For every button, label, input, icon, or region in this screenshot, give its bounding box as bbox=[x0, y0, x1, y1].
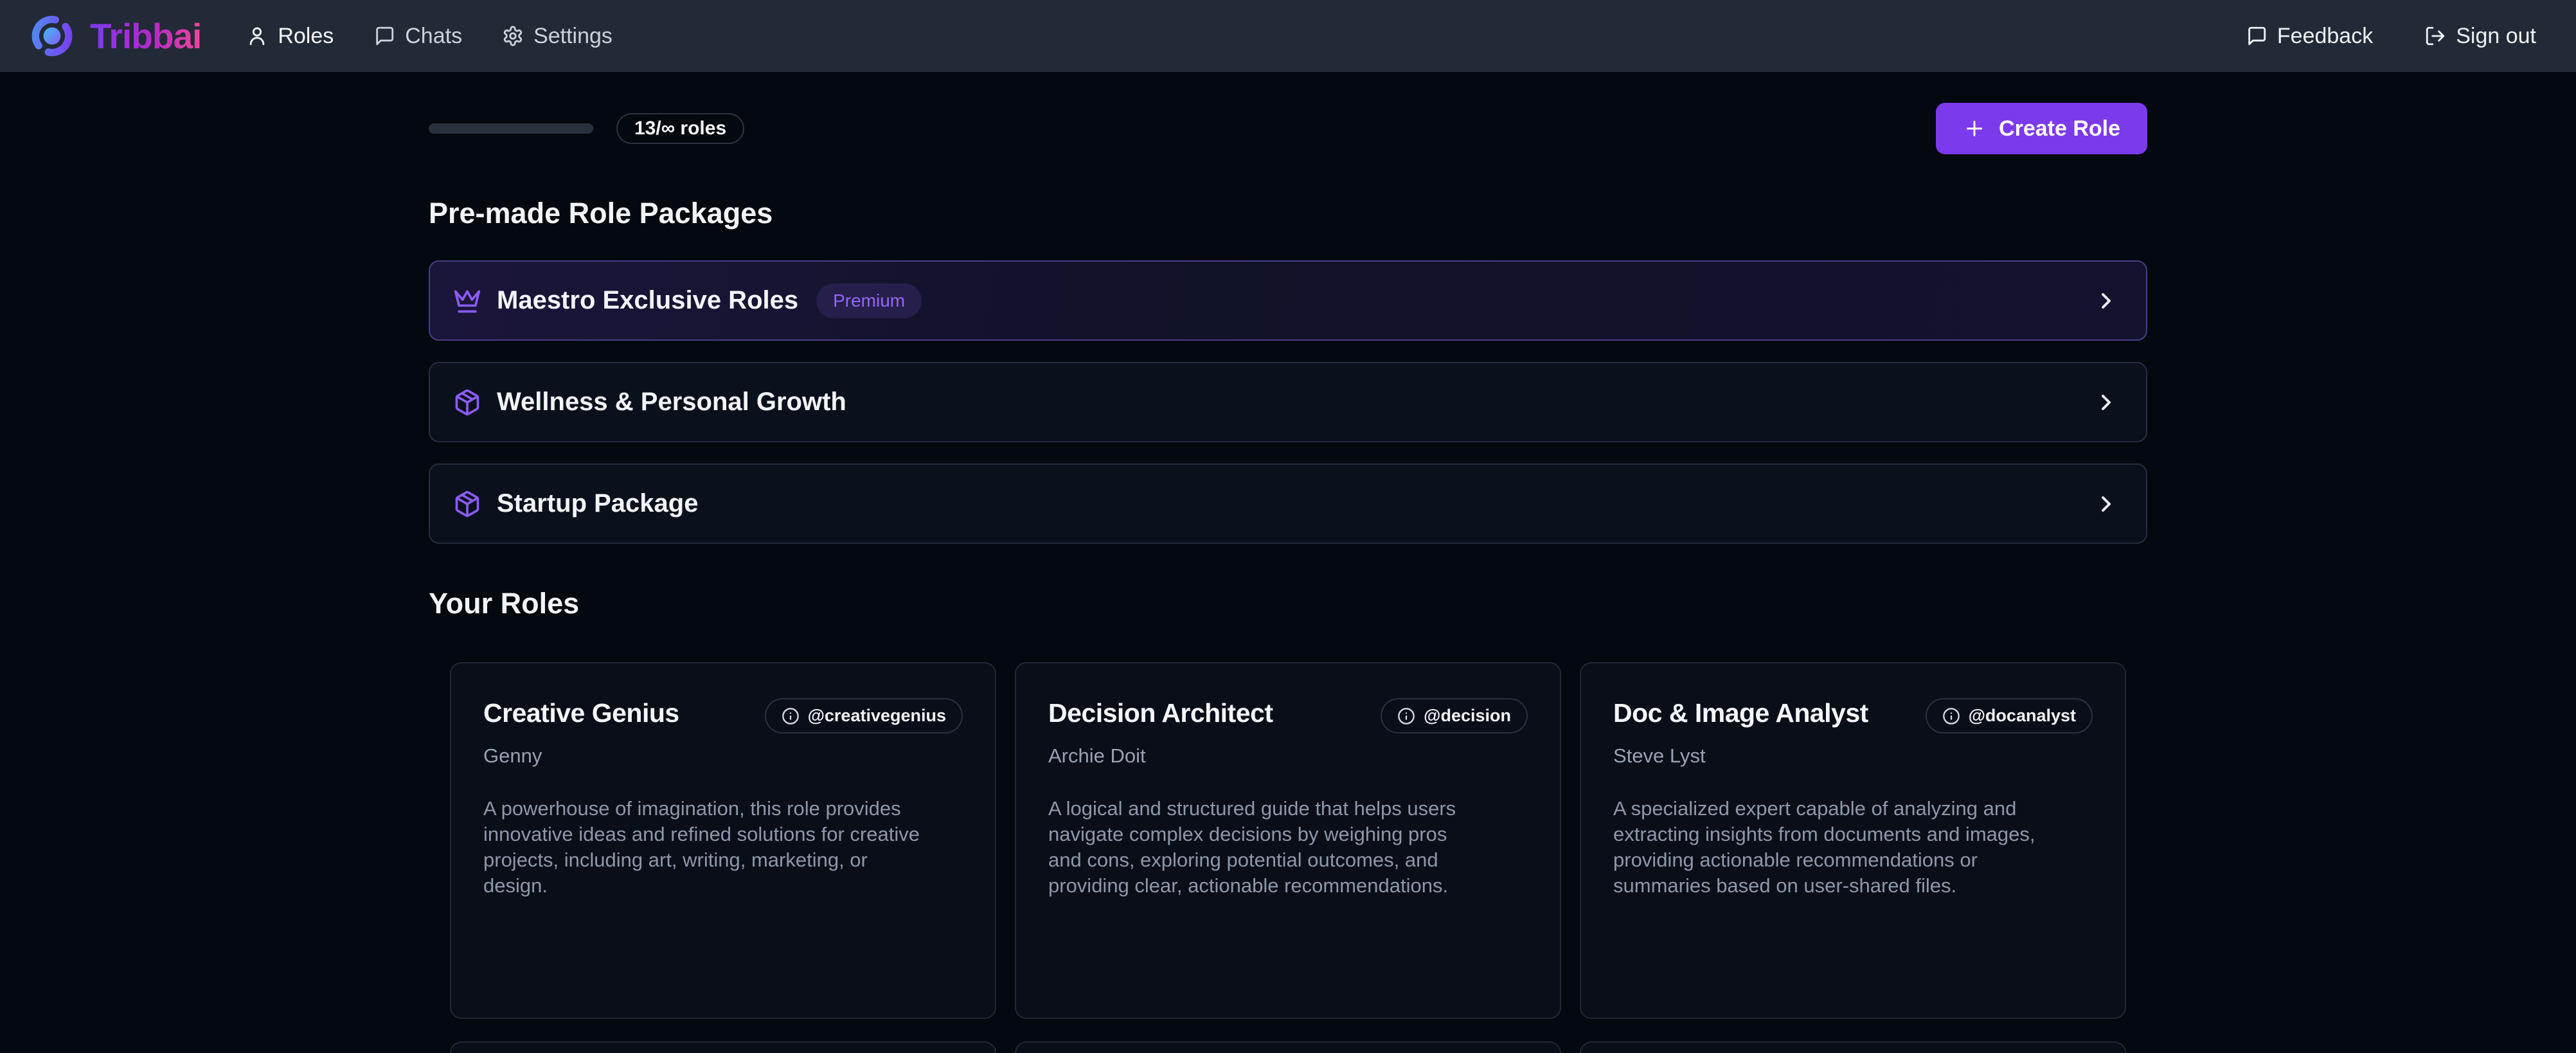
package-icon bbox=[453, 388, 481, 417]
main-content: 13/∞ roles Create Role Pre-made Role Pac… bbox=[429, 103, 2147, 1053]
nav-settings-label: Settings bbox=[533, 24, 613, 49]
role-cards-grid-partial bbox=[429, 1041, 2147, 1053]
info-icon bbox=[1397, 707, 1415, 725]
role-card-description: A specialized expert capable of analyzin… bbox=[1613, 796, 2050, 899]
roles-progress-bar bbox=[429, 123, 593, 134]
nav-signout-label: Sign out bbox=[2456, 24, 2536, 49]
page: Tribbai Roles Chats bbox=[0, 0, 2576, 1053]
gear-icon bbox=[502, 25, 524, 47]
role-card-header: Doc & Image Analyst @docanalyst bbox=[1613, 698, 2093, 734]
nav-chats-label: Chats bbox=[405, 24, 462, 49]
role-card-title: Doc & Image Analyst bbox=[1613, 698, 1868, 728]
plus-icon bbox=[1963, 117, 1986, 140]
role-handle-badge[interactable]: @docanalyst bbox=[1926, 698, 2093, 734]
nav-item-settings[interactable]: Settings bbox=[502, 24, 613, 49]
role-handle-label: @creativegenius bbox=[808, 706, 946, 726]
role-handle-label: @decision bbox=[1424, 706, 1511, 726]
package-icon bbox=[453, 490, 481, 518]
roles-meta-row: 13/∞ roles Create Role bbox=[429, 103, 2147, 154]
role-card-header: Decision Architect @decision bbox=[1048, 698, 1528, 734]
feedback-bubble-icon bbox=[2246, 25, 2267, 47]
chat-bubble-icon bbox=[373, 25, 395, 47]
role-card-owner: Genny bbox=[483, 744, 963, 768]
role-card-doc-image-analyst[interactable]: Doc & Image Analyst @docanalyst Steve Ly… bbox=[1580, 662, 2126, 1019]
premium-badge: Premium bbox=[816, 284, 922, 318]
crown-icon bbox=[453, 287, 481, 315]
info-icon bbox=[782, 707, 800, 725]
section-title-your-roles: Your Roles bbox=[429, 587, 2147, 620]
nav-roles-label: Roles bbox=[278, 24, 334, 49]
role-cards-grid: Creative Genius @creativegenius Genny A … bbox=[429, 662, 2147, 1019]
partial-role-card[interactable] bbox=[1580, 1041, 2126, 1053]
role-card-title: Decision Architect bbox=[1048, 698, 1273, 728]
nav-item-chats[interactable]: Chats bbox=[373, 24, 462, 49]
brand-logo-icon bbox=[28, 12, 76, 60]
navbar: Tribbai Roles Chats bbox=[0, 0, 2576, 72]
role-card-owner: Archie Doit bbox=[1048, 744, 1528, 768]
role-card-decision-architect[interactable]: Decision Architect @decision Archie Doit… bbox=[1015, 662, 1561, 1019]
role-card-description: A logical and structured guide that help… bbox=[1048, 796, 1485, 899]
role-card-description: A powerhouse of imagination, this role p… bbox=[483, 796, 920, 899]
nav-feedback-label: Feedback bbox=[2277, 24, 2373, 49]
package-row-wellness[interactable]: Wellness & Personal Growth bbox=[429, 362, 2147, 442]
package-row-label: Maestro Exclusive Roles bbox=[497, 286, 798, 315]
nav-item-signout[interactable]: Sign out bbox=[2424, 24, 2536, 49]
role-card-creative-genius[interactable]: Creative Genius @creativegenius Genny A … bbox=[450, 662, 996, 1019]
role-card-owner: Steve Lyst bbox=[1613, 744, 2093, 768]
brand-name: Tribbai bbox=[90, 15, 201, 57]
nav-item-roles[interactable]: Roles bbox=[246, 24, 334, 49]
chevron-right-icon bbox=[2093, 491, 2119, 517]
create-role-button[interactable]: Create Role bbox=[1936, 103, 2147, 154]
package-row-label: Startup Package bbox=[497, 489, 698, 518]
brand[interactable]: Tribbai bbox=[28, 12, 201, 60]
partial-role-card[interactable] bbox=[450, 1041, 996, 1053]
user-icon bbox=[246, 25, 268, 47]
roles-count-badge: 13/∞ roles bbox=[616, 113, 744, 144]
role-handle-badge[interactable]: @creativegenius bbox=[765, 698, 963, 734]
role-card-header: Creative Genius @creativegenius bbox=[483, 698, 963, 734]
chevron-right-icon bbox=[2093, 288, 2119, 314]
package-row-label: Wellness & Personal Growth bbox=[497, 388, 846, 417]
partial-role-card[interactable] bbox=[1015, 1041, 1561, 1053]
chevron-right-icon bbox=[2093, 390, 2119, 415]
role-handle-badge[interactable]: @decision bbox=[1381, 698, 1528, 734]
info-icon bbox=[1942, 707, 1960, 725]
section-title-premade: Pre-made Role Packages bbox=[429, 197, 2147, 230]
nav-item-feedback[interactable]: Feedback bbox=[2246, 24, 2373, 49]
role-handle-label: @docanalyst bbox=[1969, 706, 2076, 726]
package-row-startup[interactable]: Startup Package bbox=[429, 464, 2147, 544]
create-role-label: Create Role bbox=[1999, 116, 2120, 141]
package-row-maestro[interactable]: Maestro Exclusive Roles Premium bbox=[429, 260, 2147, 341]
role-card-title: Creative Genius bbox=[483, 698, 679, 728]
logout-icon bbox=[2424, 25, 2446, 47]
